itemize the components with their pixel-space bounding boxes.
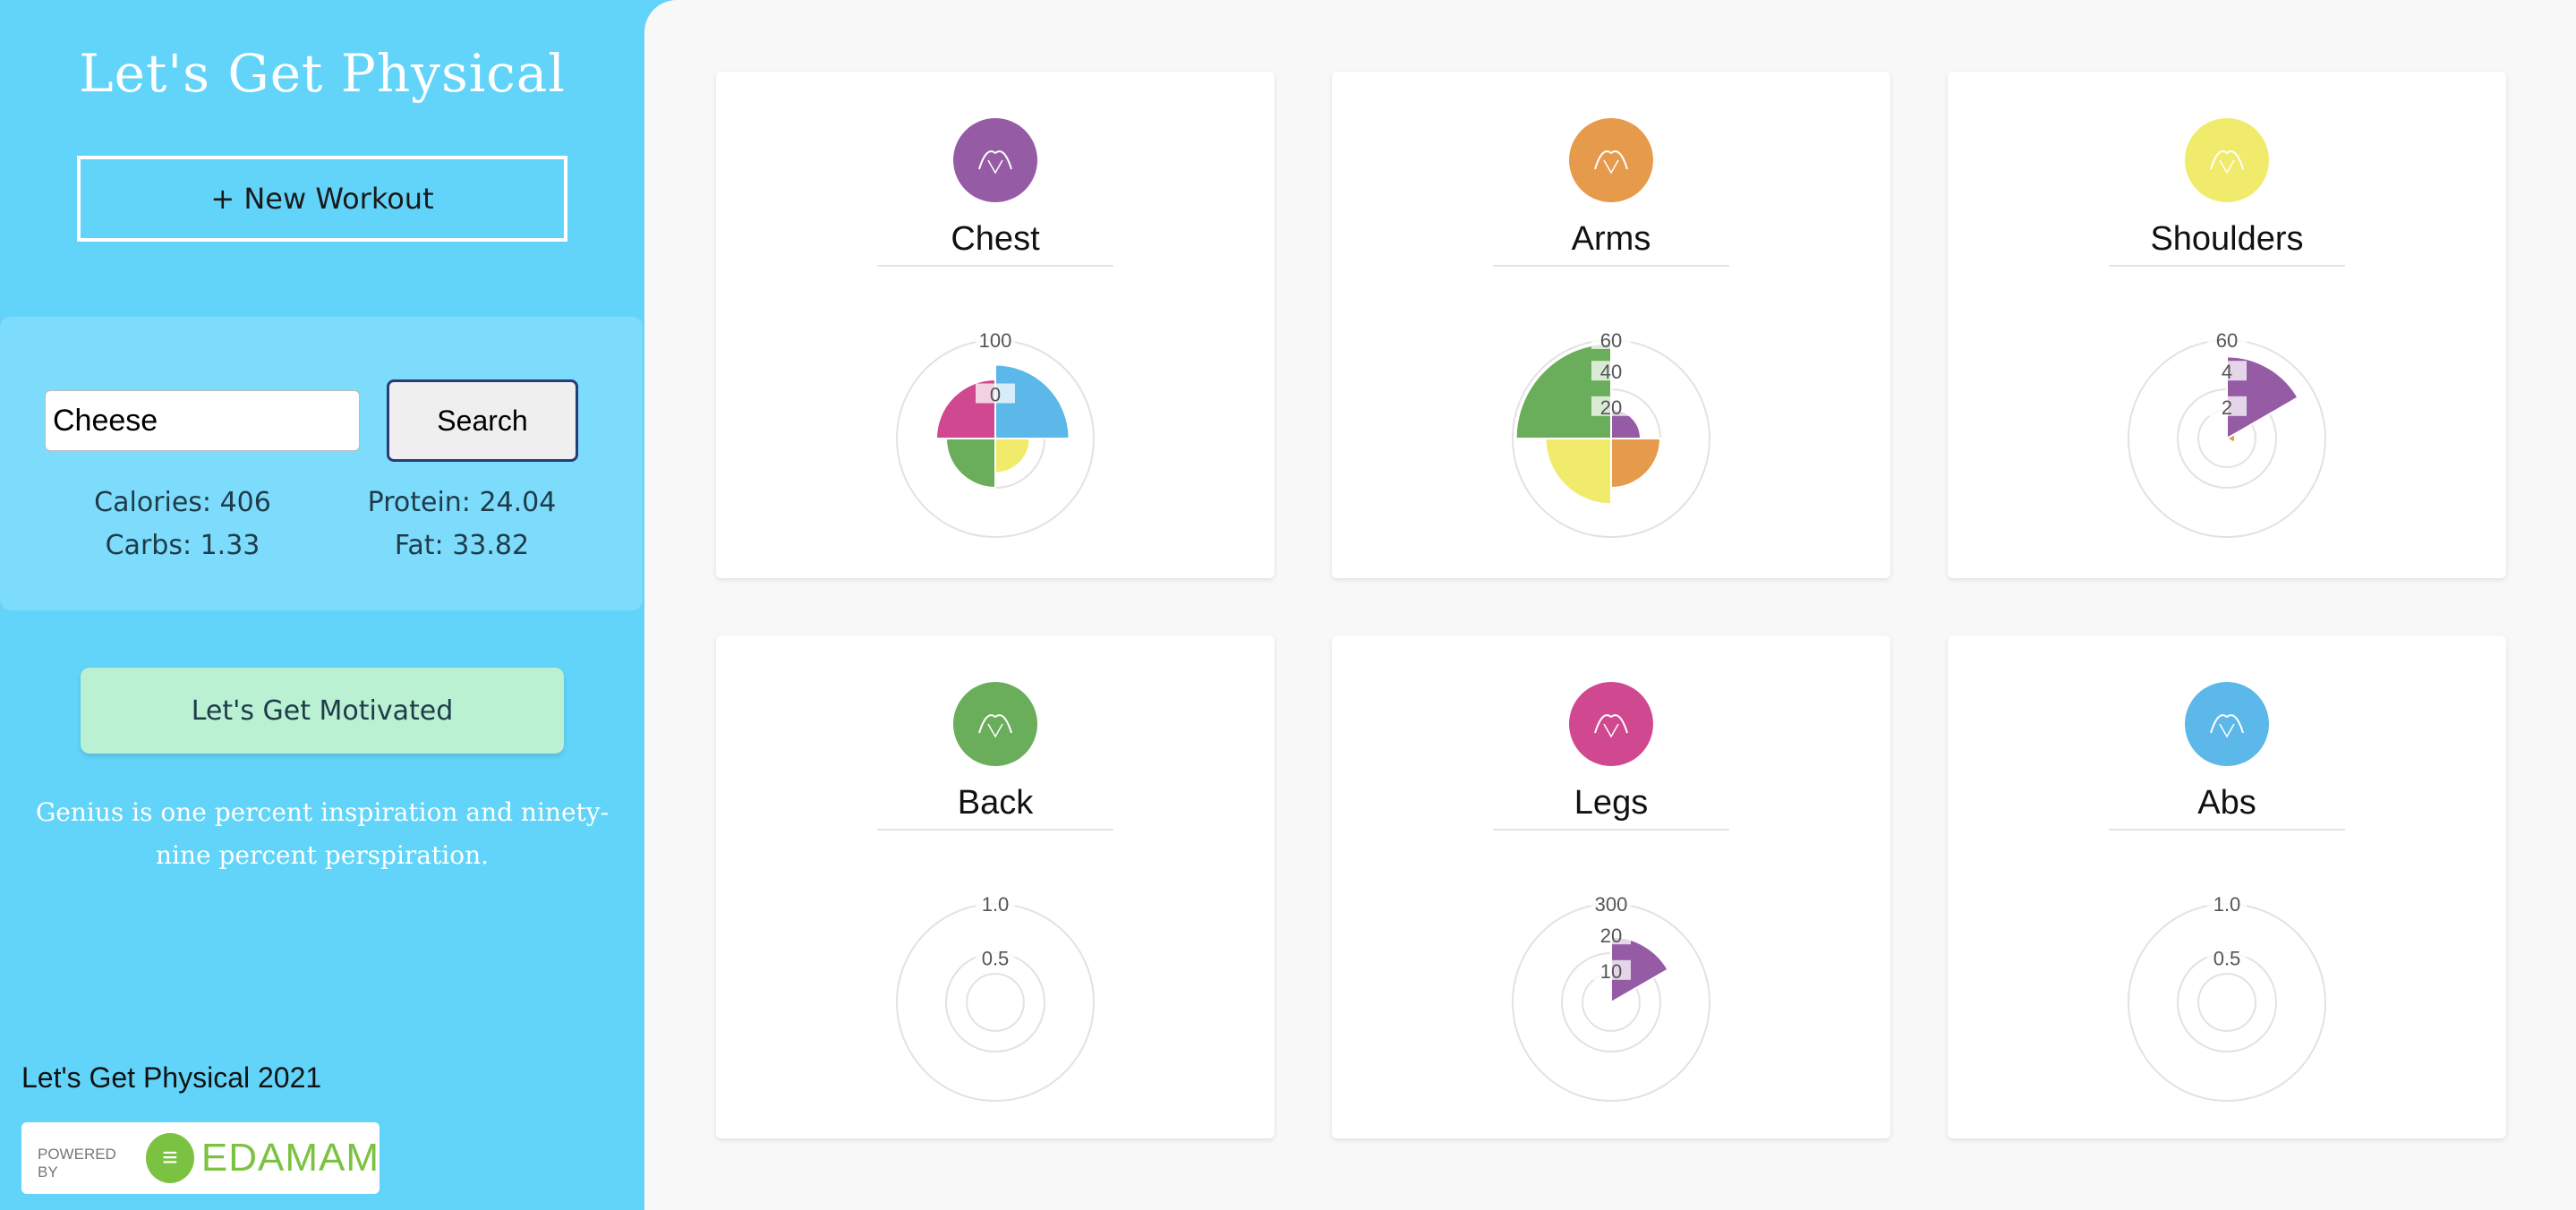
chart-segment: [994, 438, 1031, 474]
chart-segment: [944, 438, 996, 490]
polar-area-chart: 1.0 0.5: [896, 895, 1095, 1102]
motivational-quote: Genius is one percent inspiration and ni…: [35, 797, 610, 870]
tick-label: 60: [1600, 331, 1622, 352]
polar-area-chart: 60 40 20: [1512, 331, 1710, 538]
calories-value: Calories: 406: [94, 487, 271, 518]
abs-icon: [2185, 682, 2269, 766]
muscle-card-shoulders[interactable]: Shoulders 60 4 2: [1948, 72, 2506, 578]
card-title: Shoulders: [2150, 220, 2304, 258]
polar-area-chart: 300 20 10: [1512, 895, 1710, 1102]
card-divider: [877, 265, 1113, 267]
edamam-logo-icon: ≡: [145, 1133, 194, 1183]
new-workout-button[interactable]: + New Workout: [77, 156, 567, 242]
tick-label: 60: [2216, 331, 2238, 352]
tick-label: 0.5: [982, 948, 1010, 970]
tick-label: 40: [1600, 361, 1622, 383]
search-button[interactable]: Search: [387, 379, 578, 462]
app-title: Let's Get Physical: [79, 43, 566, 104]
grid-ring: [2197, 973, 2256, 1032]
tick-label: 100: [979, 331, 1012, 352]
card-title: Legs: [1574, 784, 1649, 822]
polar-area-chart: 100 0: [896, 331, 1095, 538]
tick-label: 20: [1600, 396, 1622, 419]
carbs-value: Carbs: 1.33: [105, 530, 260, 561]
tick-label: 10: [1600, 960, 1622, 983]
card-divider: [877, 829, 1113, 831]
tick-label: 300: [1595, 895, 1628, 916]
grid-ring: [896, 903, 1095, 1102]
card-divider: [2109, 829, 2345, 831]
leg-icon: [1569, 682, 1653, 766]
tick-label: 1.0: [982, 895, 1010, 916]
tick-label: 0: [990, 384, 1001, 406]
muscle-card-legs[interactable]: Legs 300 20 10: [1332, 635, 1890, 1138]
muscle-card-back[interactable]: Back 1.0 0.5: [716, 635, 1275, 1138]
card-divider: [1493, 265, 1729, 267]
grid-ring: [966, 973, 1025, 1032]
sidebar: Let's Get Physical + New Workout Cheese …: [0, 0, 644, 1210]
chart-segment: [1610, 438, 1662, 490]
fat-value: Fat: 33.82: [394, 530, 530, 561]
muscle-card-chest[interactable]: Chest 100 0: [716, 72, 1275, 578]
card-divider: [2109, 265, 2345, 267]
grid-ring: [2128, 903, 2326, 1102]
tick-label: 2: [2222, 396, 2232, 419]
shoulder-icon: [2185, 118, 2269, 202]
card-divider: [1493, 829, 1729, 831]
polar-area-chart: 1.0 0.5: [2128, 895, 2326, 1102]
edamam-badge[interactable]: POWERED BY ≡ EDAMAM: [21, 1122, 380, 1194]
main-dashboard: Chest 100 0 Arms 60 40 20 Shoulders 60 4 2 Back 1.0 0…: [644, 0, 2576, 1210]
polar-area-chart: 60 4 2: [2128, 331, 2326, 538]
card-title: Chest: [951, 220, 1040, 258]
powered-by-label: POWERED BY: [38, 1146, 116, 1180]
protein-value: Protein: 24.04: [367, 487, 557, 518]
tick-label: 20: [1600, 925, 1622, 947]
chart-segment: [1514, 342, 1612, 439]
muscle-card-arms[interactable]: Arms 60 40 20: [1332, 72, 1890, 578]
edamam-wordmark: EDAMAM: [200, 1136, 380, 1180]
motivate-button[interactable]: Let's Get Motivated: [81, 668, 564, 754]
chest-icon: [953, 118, 1037, 202]
food-search-panel: Cheese Search Calories: 406 Protein: 24.…: [0, 317, 643, 610]
card-title: Back: [957, 784, 1034, 822]
back-icon: [953, 682, 1037, 766]
arm-icon: [1569, 118, 1653, 202]
tick-label: 4: [2222, 361, 2232, 383]
chart-segment: [1544, 438, 1612, 506]
card-title: Arms: [1571, 220, 1651, 258]
tick-label: 1.0: [2213, 895, 2241, 916]
food-search-input[interactable]: Cheese: [45, 390, 360, 451]
footer-copyright: Let's Get Physical 2021: [21, 1061, 322, 1094]
card-title: Abs: [2197, 784, 2256, 822]
tick-label: 0.5: [2213, 948, 2241, 970]
muscle-card-abs[interactable]: Abs 1.0 0.5: [1948, 635, 2506, 1138]
